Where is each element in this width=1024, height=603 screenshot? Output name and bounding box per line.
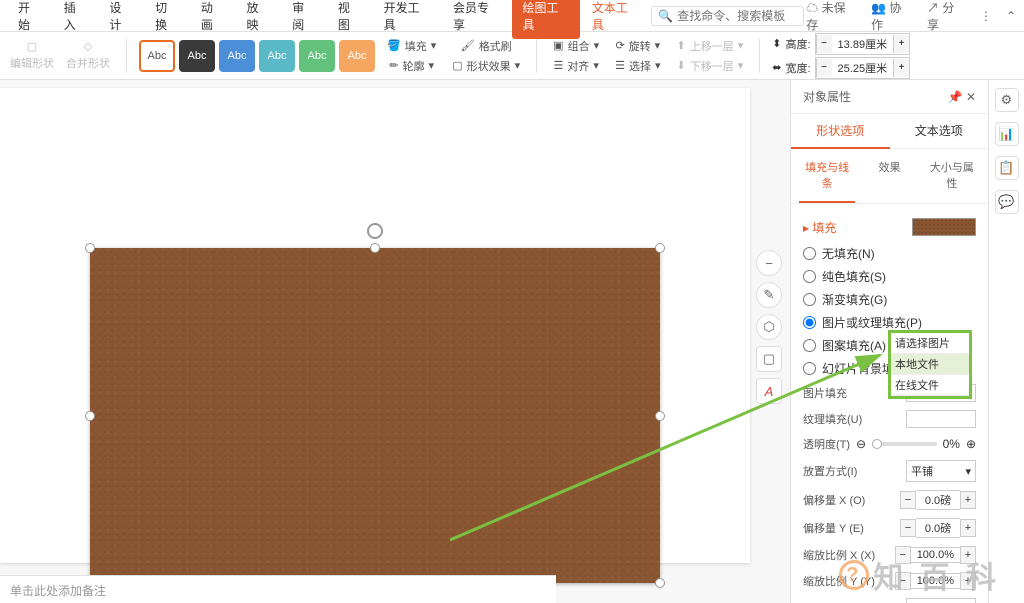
texture-fill-select[interactable] <box>906 410 976 428</box>
rail-clipboard-icon[interactable]: 📋 <box>995 156 1019 180</box>
handle-top[interactable] <box>370 243 380 253</box>
tab-slideshow[interactable]: 放映 <box>237 0 281 39</box>
subtab-size[interactable]: 大小与属性 <box>924 149 980 203</box>
shape-effects-button[interactable]: ▢ 形状效果 ▾ <box>448 57 524 75</box>
handle-top-left[interactable] <box>85 243 95 253</box>
swatch-5[interactable]: Abc <box>299 40 335 72</box>
command-search[interactable]: 🔍 <box>651 6 804 26</box>
unsaved-indicator[interactable]: ☁ 未保存 <box>806 0 857 33</box>
swatch-2[interactable]: Abc <box>179 40 215 72</box>
offsetx-label: 偏移量 X (O) <box>803 492 865 508</box>
rail-chart-icon[interactable]: 📊 <box>995 122 1019 146</box>
eyedropper-icon[interactable]: ⬡ <box>756 314 782 340</box>
tab-transition[interactable]: 切换 <box>145 0 189 39</box>
handle-right[interactable] <box>655 411 665 421</box>
rect-tool-icon[interactable]: ▢ <box>756 346 782 372</box>
canvas-area[interactable]: − ✎ ⬡ ▢ A 单击此处添加备注 <box>0 80 790 603</box>
tab-drawing-tools[interactable]: 绘图工具 <box>512 0 579 39</box>
handle-left[interactable] <box>85 411 95 421</box>
annotation-dropdown: 请选择图片 本地文件 在线文件 <box>888 330 972 399</box>
edit-shape-button[interactable]: ▢编辑形状 <box>6 38 58 73</box>
panel-title: 对象属性 <box>803 88 851 105</box>
subtab-effects[interactable]: 效果 <box>861 149 917 203</box>
select-button[interactable]: ☰ 选择 ▾ <box>611 57 664 75</box>
search-icon: 🔍 <box>658 9 673 23</box>
workspace: − ✎ ⬡ ▢ A 单击此处添加备注 对象属性 📌 ✕ 形状选项 文本选项 填充… <box>0 80 1024 603</box>
expand-icon[interactable]: ⌃ <box>1006 9 1016 23</box>
zoom-out-icon[interactable]: − <box>756 250 782 276</box>
floating-toolbar: − ✎ ⬡ ▢ A <box>756 250 782 404</box>
slide[interactable] <box>0 88 750 563</box>
tab-devtools[interactable]: 开发工具 <box>374 0 441 39</box>
tab-design[interactable]: 设计 <box>99 0 143 39</box>
share-button[interactable]: ↗ 分享 <box>927 0 966 33</box>
radio-gradient-fill[interactable]: 渐变填充(G) <box>803 288 976 311</box>
annotation-opt-3[interactable]: 在线文件 <box>891 375 969 396</box>
swatch-4[interactable]: Abc <box>259 40 295 72</box>
tab-review[interactable]: 审阅 <box>282 0 326 39</box>
current-texture-swatch[interactable] <box>912 218 976 236</box>
offsety-input[interactable]: −0.0磅+ <box>900 518 976 538</box>
ribbon-toolbar: ▢编辑形状 ◇合并形状 Abc Abc Abc Abc Abc Abc 🪣 填充… <box>0 32 1024 80</box>
annotation-opt-1[interactable]: 请选择图片 <box>891 333 969 354</box>
more-icon[interactable]: ⋮ <box>980 9 992 23</box>
notes-placeholder[interactable]: 单击此处添加备注 <box>0 575 556 603</box>
picture-fill-label: 图片填充 <box>803 385 847 401</box>
radio-solid-fill[interactable]: 纯色填充(S) <box>803 265 976 288</box>
texture-fill-label: 纹理填充(U) <box>803 411 862 427</box>
offsetx-input[interactable]: −0.0磅+ <box>900 490 976 510</box>
swatch-6[interactable]: Abc <box>339 40 375 72</box>
transparency-value: 0% <box>943 437 960 451</box>
rotate-handle[interactable] <box>367 223 383 239</box>
pin-icon[interactable]: 📌 <box>948 90 963 104</box>
placement-label: 放置方式(I) <box>803 463 857 479</box>
fill-button[interactable]: 🪣 填充 ▾ <box>383 37 440 55</box>
transparency-slider[interactable] <box>872 442 936 446</box>
texture-rectangle[interactable] <box>90 248 660 583</box>
align-mode-select[interactable]: 左上对齐▾ <box>906 598 976 603</box>
move-down-button[interactable]: ⬇ 下移一层 ▾ <box>673 57 748 75</box>
section-fill-header[interactable]: 填充 <box>812 221 836 235</box>
tab-insert[interactable]: 插入 <box>54 0 98 39</box>
width-field[interactable]: ⬌宽度: −25.25厘米+ <box>772 57 910 79</box>
swatch-3[interactable]: Abc <box>219 40 255 72</box>
combine-button[interactable]: ▣ 组合 ▾ <box>549 37 603 55</box>
swatch-1[interactable]: Abc <box>139 40 175 72</box>
tab-text-options[interactable]: 文本选项 <box>890 114 989 149</box>
tab-start[interactable]: 开始 <box>8 0 52 39</box>
menubar: 开始 插入 设计 切换 动画 放映 审阅 视图 开发工具 会员专享 绘图工具 文… <box>0 0 1024 32</box>
watermark-icon: ? <box>839 560 869 590</box>
align-button[interactable]: ☰ 对齐 ▾ <box>549 57 602 75</box>
subtab-fill-line[interactable]: 填充与线条 <box>799 149 855 203</box>
coop-button[interactable]: 👥 协作 <box>871 0 913 33</box>
height-field[interactable]: ⬍高度: −13.89厘米+ <box>772 33 910 55</box>
selected-shape[interactable] <box>90 248 660 583</box>
radio-no-fill[interactable]: 无填充(N) <box>803 242 976 265</box>
search-input[interactable] <box>677 9 797 23</box>
merge-shape-button[interactable]: ◇合并形状 <box>62 38 114 73</box>
move-up-button[interactable]: ⬆ 上移一层 ▾ <box>673 37 748 55</box>
format-painter-button[interactable]: 🖌 格式刷 <box>457 37 516 55</box>
text-tool-icon[interactable]: A <box>756 378 782 404</box>
handle-top-right[interactable] <box>655 243 665 253</box>
outline-button[interactable]: ✏ 轮廓 ▾ <box>385 57 438 75</box>
tab-member[interactable]: 会员专享 <box>443 0 510 39</box>
watermark: ? 知 百 科 <box>839 553 1000 597</box>
tab-view[interactable]: 视图 <box>328 0 372 39</box>
placement-select[interactable]: 平铺▾ <box>906 460 976 482</box>
tab-text-tools[interactable]: 文本工具 <box>582 0 649 39</box>
pen-icon[interactable]: ✎ <box>756 282 782 308</box>
close-icon[interactable]: ✕ <box>966 90 976 104</box>
right-rail: ⚙ 📊 📋 💬 <box>988 80 1024 603</box>
offsety-label: 偏移量 Y (E) <box>803 520 864 536</box>
rotate-button[interactable]: ⟳ 旋转 ▾ <box>611 37 664 55</box>
tab-shape-options[interactable]: 形状选项 <box>791 114 890 149</box>
rail-settings-icon[interactable]: ⚙ <box>995 88 1019 112</box>
tab-animation[interactable]: 动画 <box>191 0 235 39</box>
transparency-label: 透明度(T) <box>803 436 850 452</box>
annotation-opt-2[interactable]: 本地文件 <box>891 354 969 375</box>
style-swatches: Abc Abc Abc Abc Abc Abc <box>139 40 375 72</box>
rail-comment-icon[interactable]: 💬 <box>995 190 1019 214</box>
handle-bottom-right[interactable] <box>655 578 665 588</box>
